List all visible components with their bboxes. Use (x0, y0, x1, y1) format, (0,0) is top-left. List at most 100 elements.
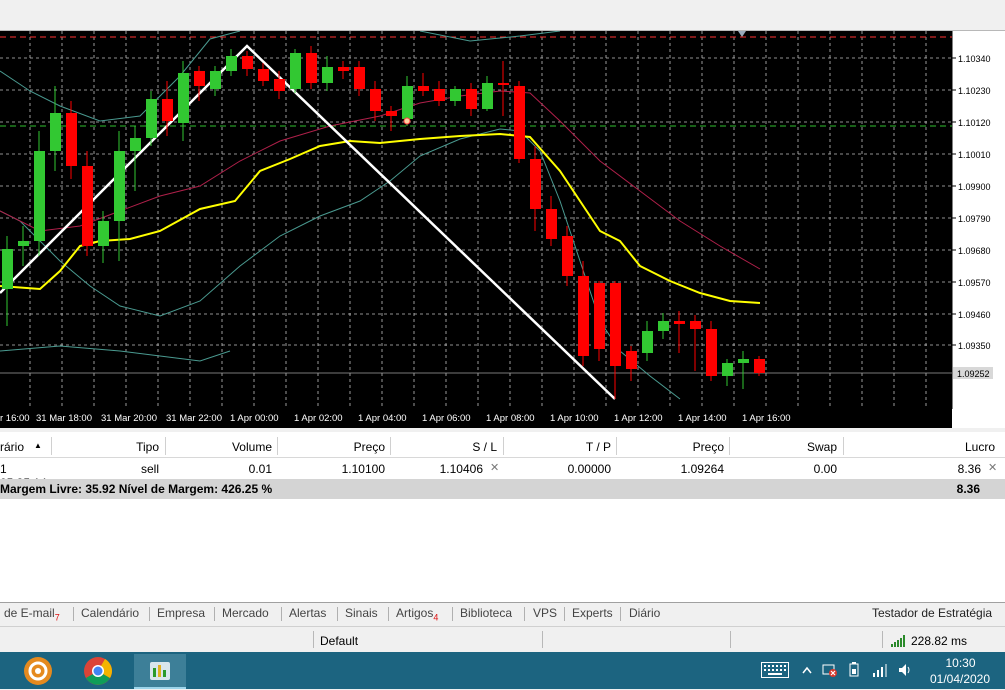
status-divider (313, 631, 314, 648)
candle-body (370, 89, 381, 111)
tab-calendar[interactable]: Calendário (81, 606, 139, 620)
price-chart[interactable]: 1.10340 1.10230 1.10120 1.10010 1.09900 1.097… (0, 31, 1005, 428)
tab-strategy-tester[interactable]: Testador de Estratégia (872, 606, 992, 620)
tab-company[interactable]: Empresa (157, 606, 205, 620)
network-warning-icon[interactable] (822, 662, 838, 678)
header-swap[interactable]: Swap (730, 440, 837, 454)
candle-body (402, 86, 413, 119)
candle-body (498, 83, 509, 85)
candle-body (50, 113, 61, 151)
tab-divider (149, 607, 150, 621)
header-time[interactable]: rário (0, 440, 38, 454)
candle-body (418, 86, 429, 91)
time-tick-label: 31 Mar 18:00 (36, 413, 92, 424)
candle-body (2, 249, 13, 289)
volume-icon[interactable] (897, 662, 913, 678)
candle-body (338, 67, 349, 71)
candle-body (706, 329, 717, 376)
close-position-icon[interactable]: ✕ (988, 461, 997, 474)
time-tick-label: 31 Mar 20:00 (101, 413, 157, 424)
price-tick-label: 1.09900 (958, 182, 991, 192)
time-tick-label: 1 Apr 10:00 (550, 413, 599, 424)
candle-body (386, 111, 397, 116)
tab-journal[interactable]: Diário (629, 606, 660, 620)
price-tick-label: 1.09790 (958, 214, 991, 224)
candle-body (610, 283, 621, 366)
signal-bars-icon[interactable] (872, 662, 888, 678)
current-price-label: 1.09252 (957, 369, 990, 379)
header-price[interactable]: Preço (278, 440, 385, 454)
candle-body (642, 331, 653, 353)
header-type[interactable]: Tipo (52, 440, 159, 454)
tab-divider (214, 607, 215, 621)
tab-divider (281, 607, 282, 621)
cell-tp[interactable]: 0.00000 (504, 462, 611, 476)
candle-body (626, 351, 637, 369)
candle-body (546, 209, 557, 239)
tab-signals[interactable]: Sinais (345, 606, 378, 620)
candle-body (450, 89, 461, 101)
tab-market[interactable]: Mercado (222, 606, 269, 620)
tab-library[interactable]: Biblioteca (460, 606, 512, 620)
status-divider (882, 631, 883, 648)
header-price-current[interactable]: Preço (617, 440, 724, 454)
margin-summary-row: Margem Livre: 35.92 Nível de Margem: 426… (0, 479, 1005, 499)
remove-sl-icon[interactable]: ✕ (490, 461, 499, 474)
time-tick-label: 1 Apr 06:00 (422, 413, 471, 424)
email-count-badge: 7 (54, 612, 60, 623)
tab-alerts[interactable]: Alertas (289, 606, 326, 620)
candle-body (562, 236, 573, 276)
header-volume[interactable]: Volume (166, 440, 272, 454)
candle-body (290, 53, 301, 89)
tab-experts[interactable]: Experts (572, 606, 613, 620)
price-tick-label: 1.09570 (958, 278, 991, 288)
summary-profit: 8.36 (956, 482, 980, 496)
price-tick-label: 1.10230 (958, 86, 991, 96)
cell-price-current: 1.09264 (680, 462, 724, 476)
candle-body (82, 166, 93, 246)
cell-sl[interactable]: 1.10406 (391, 462, 483, 476)
table-row[interactable]: 1 05:35:14 sell 0.01 1.10100 1.10406 ✕ 0… (0, 458, 1005, 490)
candle-body (514, 86, 525, 159)
candle-body (66, 113, 77, 166)
metatrader-icon[interactable] (134, 654, 186, 689)
chart-canvas[interactable]: 1.10340 1.10230 1.10120 1.10010 1.09900 1.097… (0, 31, 1005, 428)
keyboard-icon[interactable] (761, 662, 789, 678)
tab-divider (388, 607, 389, 621)
status-bar: Default 228.82 ms (0, 626, 1005, 653)
candle-body (658, 321, 669, 331)
price-tick-label: 1.09350 (958, 341, 991, 351)
candle-body (194, 71, 205, 86)
tab-divider (564, 607, 565, 621)
chevron-up-icon[interactable] (801, 662, 813, 678)
tab-divider (337, 607, 338, 621)
tab-email[interactable]: de E-mail7 (4, 606, 60, 622)
candle-body (322, 67, 333, 83)
tab-vps[interactable]: VPS (533, 606, 557, 620)
time-tick-label: 1 Apr 08:00 (486, 413, 535, 424)
candle-body (98, 221, 109, 246)
header-tp[interactable]: T / P (504, 440, 611, 454)
tab-articles[interactable]: Artigos4 (396, 606, 438, 622)
clock-date[interactable]: 01/04/2020 (926, 672, 994, 686)
status-profile[interactable]: Default (320, 634, 358, 648)
taskbar: 10:30 01/04/2020 (0, 652, 1005, 689)
time-tick-label: 31 Mar 22:00 (166, 413, 222, 424)
header-sl[interactable]: S / L (391, 440, 497, 454)
cell-type: sell (140, 462, 159, 476)
candle-body (482, 83, 493, 109)
candle-body (258, 69, 269, 81)
header-profit[interactable]: Lucro (844, 440, 995, 454)
price-tick-label: 1.10340 (958, 54, 991, 64)
chrome-icon[interactable] (72, 654, 124, 687)
clock-time[interactable]: 10:30 (938, 656, 983, 670)
cell-profit: 8.36 (957, 462, 981, 476)
cell-volume: 0.01 (248, 462, 272, 476)
candle-body (434, 89, 445, 101)
battery-icon[interactable] (848, 662, 862, 678)
candle-body (690, 321, 701, 329)
trade-entry-marker (403, 117, 411, 125)
app-gear-icon[interactable] (12, 654, 64, 687)
candle-body (130, 138, 141, 151)
status-divider (542, 631, 543, 648)
